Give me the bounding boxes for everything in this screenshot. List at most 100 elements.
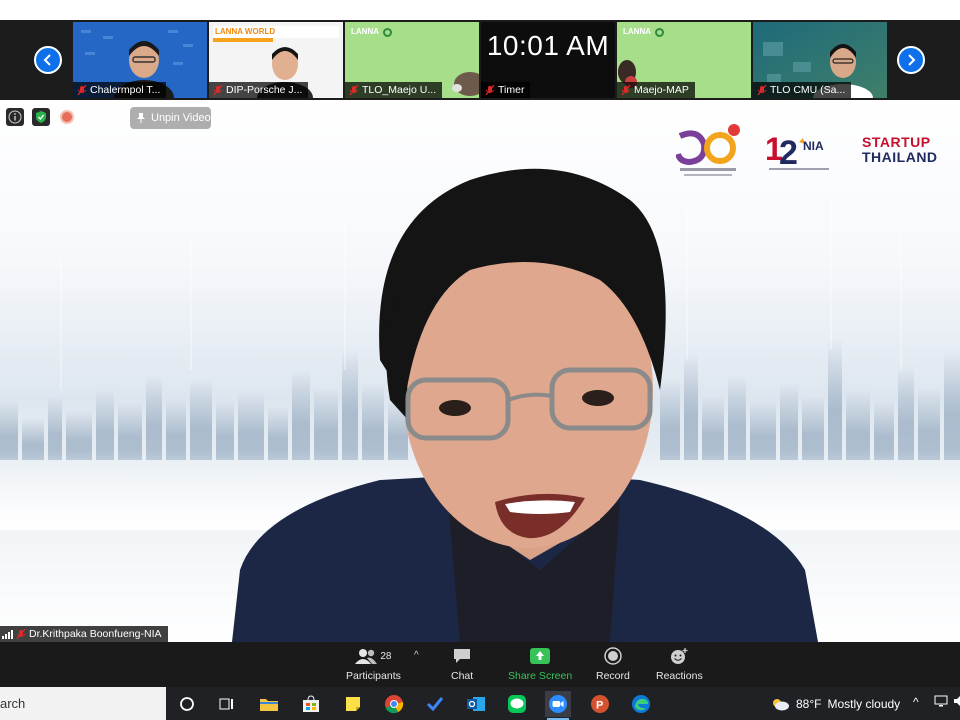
participant-name-label: TLO_Maejo U... bbox=[345, 82, 443, 98]
chrome-button[interactable] bbox=[381, 691, 407, 717]
recording-indicator-icon bbox=[60, 110, 74, 124]
cortana-button[interactable] bbox=[174, 691, 200, 717]
line-chat-icon bbox=[508, 695, 526, 713]
participants-icon bbox=[355, 649, 378, 664]
chat-label: Chat bbox=[451, 670, 474, 682]
reactions-button[interactable]: Reactions bbox=[656, 646, 703, 682]
participant-name: TLO CMU (Sa... bbox=[770, 84, 846, 96]
participant-name-label: Timer bbox=[481, 82, 531, 98]
video-tile[interactable]: LANNA TLO_Maejo U... bbox=[345, 22, 479, 98]
sticky-notes-button[interactable] bbox=[340, 691, 366, 717]
banner-text: LANNA WORLD bbox=[215, 27, 276, 36]
video-tile[interactable]: LANNA Maejo-MAP bbox=[617, 22, 751, 98]
weather-condition: Mostly cloudy bbox=[827, 696, 901, 711]
video-gallery-strip: Chalermpol T... LANNA WORLD DIP-Porsche … bbox=[0, 20, 960, 100]
banner-text: LANNA bbox=[623, 27, 651, 36]
chrome-icon bbox=[385, 695, 404, 714]
window-top-edge bbox=[0, 0, 960, 20]
chevron-right-icon bbox=[908, 54, 916, 66]
info-icon bbox=[8, 110, 22, 124]
info-button[interactable] bbox=[6, 108, 24, 126]
participants-button[interactable]: 28 Participants bbox=[346, 646, 401, 682]
muted-mic-icon bbox=[16, 628, 26, 639]
sticky-note-icon bbox=[346, 697, 360, 711]
weather-widget[interactable]: 88°F Mostly cloudy bbox=[770, 687, 900, 720]
gallery-prev-button[interactable] bbox=[34, 46, 62, 74]
startup-text: STARTUP bbox=[862, 134, 931, 150]
weather-temperature: 88°F bbox=[796, 696, 822, 711]
svg-text:P: P bbox=[596, 700, 603, 712]
participants-label: Participants bbox=[346, 670, 401, 682]
meeting-toolbar: 28 Participants ^ Chat Share Screen Reco… bbox=[0, 642, 960, 687]
timer-clock: 10:01 AM bbox=[486, 30, 610, 61]
signal-strength-icon bbox=[2, 629, 13, 639]
record-button[interactable]: Record bbox=[596, 646, 630, 682]
muted-mic-icon bbox=[77, 84, 87, 95]
share-screen-button[interactable]: Share Screen bbox=[508, 646, 572, 682]
nia-12th-anniversary-logo: 1 2 NIA bbox=[765, 126, 841, 176]
participant-name: DIP-Porsche J... bbox=[226, 84, 303, 96]
windows-taskbar: arch P 88°F Mostly cloudy ^ bbox=[0, 687, 960, 720]
powerpoint-button[interactable]: P bbox=[587, 691, 613, 717]
todo-button[interactable] bbox=[422, 691, 448, 717]
participant-name-label: Maejo-MAP bbox=[617, 82, 695, 98]
anniversary-logo bbox=[675, 122, 740, 180]
unpin-video-button[interactable]: Unpin Video bbox=[130, 107, 211, 129]
checkmark-icon bbox=[426, 697, 444, 712]
speaker-volume-icon[interactable] bbox=[954, 695, 960, 710]
outlook-button[interactable] bbox=[463, 691, 489, 717]
participant-name: TLO_Maejo U... bbox=[362, 84, 437, 96]
edge-button[interactable] bbox=[628, 691, 654, 717]
task-view-icon bbox=[219, 698, 233, 710]
video-tile[interactable]: 10:01 AM Timer bbox=[481, 22, 615, 98]
participant-name: Maejo-MAP bbox=[634, 84, 689, 96]
chevron-left-icon bbox=[43, 54, 51, 66]
outlook-icon bbox=[467, 697, 485, 711]
record-icon bbox=[604, 647, 622, 665]
cortana-circle-icon bbox=[180, 697, 194, 711]
store-bag-icon bbox=[303, 695, 319, 712]
muted-mic-icon bbox=[757, 84, 767, 95]
participant-name: Chalermpol T... bbox=[90, 84, 161, 96]
network-icon[interactable] bbox=[934, 695, 948, 710]
search-text: arch bbox=[0, 696, 26, 711]
record-label: Record bbox=[596, 670, 630, 682]
line-app-button[interactable] bbox=[504, 691, 530, 717]
thailand-text: THAILAND bbox=[862, 149, 938, 165]
background-skyline bbox=[0, 168, 960, 642]
video-tile[interactable]: LANNA WORLD DIP-Porsche J... bbox=[209, 22, 343, 98]
participants-options-caret-icon[interactable]: ^ bbox=[414, 650, 419, 661]
zoom-app-button[interactable] bbox=[545, 691, 571, 720]
reactions-label: Reactions bbox=[656, 670, 703, 682]
active-speaker-name-label: Dr.Krithpaka Boonfueng-NIA bbox=[0, 626, 168, 642]
muted-mic-icon bbox=[349, 84, 359, 95]
startup-thailand-logo: STARTUP THAILAND bbox=[862, 135, 940, 165]
reactions-smiley-icon bbox=[671, 648, 688, 664]
muted-mic-icon bbox=[621, 84, 631, 95]
speaker-name: Dr.Krithpaka Boonfueng-NIA bbox=[29, 628, 162, 640]
encryption-button[interactable] bbox=[32, 108, 50, 126]
store-button[interactable] bbox=[298, 691, 324, 717]
pin-icon bbox=[137, 113, 145, 123]
share-screen-label: Share Screen bbox=[508, 670, 573, 682]
chat-button[interactable]: Chat bbox=[451, 646, 473, 682]
gallery-next-button[interactable] bbox=[897, 46, 925, 74]
video-tile[interactable]: Chalermpol T... bbox=[73, 22, 207, 98]
taskbar-search-box[interactable]: arch bbox=[0, 687, 166, 720]
zoom-camera-icon bbox=[549, 695, 567, 713]
banner-text: LANNA bbox=[351, 27, 379, 36]
task-view-button[interactable] bbox=[214, 691, 240, 717]
participant-name: Timer bbox=[498, 84, 525, 96]
muted-mic-icon bbox=[485, 84, 495, 95]
video-tile[interactable]: TLO CMU (Sa... bbox=[753, 22, 887, 98]
nia-text: NIA bbox=[803, 139, 824, 153]
participants-count: 28 bbox=[380, 650, 392, 662]
active-speaker-video: Unpin Video 1 2 NIA STARTUP THAILAND Dr.… bbox=[0, 100, 960, 642]
show-hidden-icons-chevron-icon[interactable]: ^ bbox=[913, 695, 919, 709]
logo-icon bbox=[383, 28, 392, 37]
folder-icon bbox=[260, 699, 278, 711]
file-explorer-button[interactable] bbox=[256, 691, 282, 717]
shield-check-icon bbox=[36, 111, 46, 123]
participant-name-label: DIP-Porsche J... bbox=[209, 82, 309, 98]
cloudy-weather-icon bbox=[773, 698, 789, 710]
